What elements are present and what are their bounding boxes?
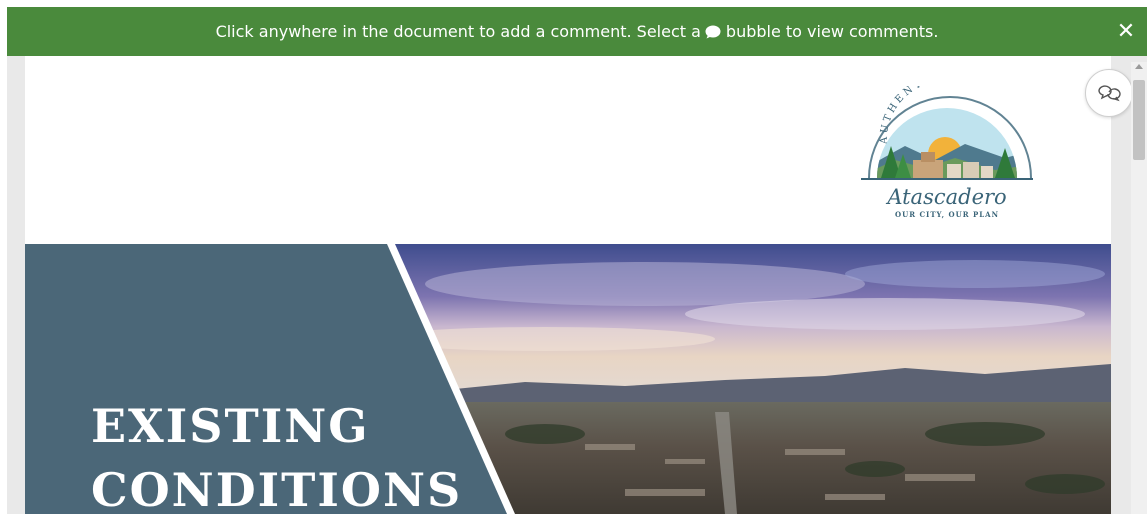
comment-instruction-banner: Click anywhere in the document to add a … [7,7,1147,56]
cover-title: EXISTING CONDITIONS [91,394,462,514]
banner-text-start: Click anywhere in the document to add a … [215,22,701,41]
banner-text-end: bubble to view comments. [725,22,939,41]
close-banner-button[interactable]: ✕ [1105,7,1147,56]
comment-bubble-icon [705,25,721,38]
cover-title-line-1: EXISTING [91,399,370,453]
logo-city-name: Atascadero [885,185,1006,209]
cover-hero-banner: EXISTING CONDITIONS [25,244,1111,514]
scrollbar-thumb[interactable] [1133,80,1145,160]
vertical-scrollbar[interactable] [1131,62,1147,514]
cover-title-line-2: CONDITIONS [91,463,463,514]
banner-message: Click anywhere in the document to add a … [216,22,939,41]
logo-tagline: OUR CITY, OUR PLAN [895,210,999,219]
view-comments-button[interactable] [1085,69,1133,117]
document-page[interactable]: AUTHENTIC Atascadero OUR CITY, OUR PLAN [25,56,1111,514]
scroll-up-arrow-icon[interactable] [1135,64,1143,69]
chat-bubbles-icon [1098,85,1121,102]
atascadero-logo: AUTHENTIC Atascadero OUR CITY, OUR PLAN [861,86,1033,219]
